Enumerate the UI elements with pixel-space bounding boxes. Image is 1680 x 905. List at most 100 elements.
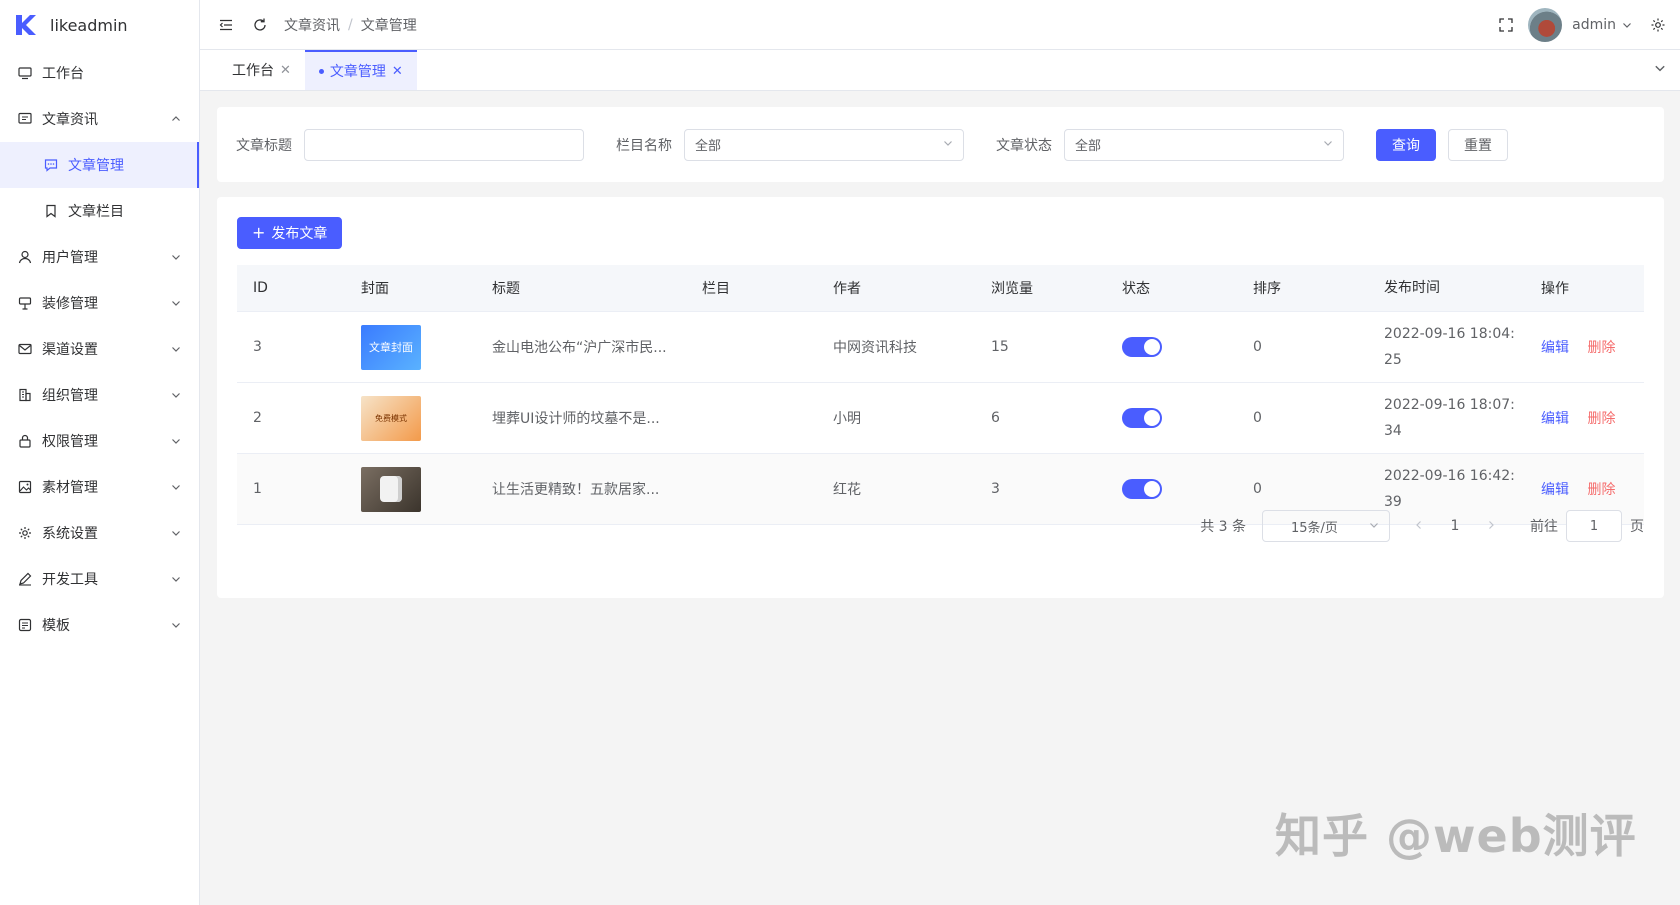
tab-workbench[interactable]: 工作台 ✕ [218, 50, 305, 90]
chevron-down-icon [171, 574, 181, 584]
sidebar-item-articles[interactable]: 文章资讯 [0, 96, 199, 142]
gear-icon [18, 526, 32, 540]
delete-link[interactable]: 删除 [1587, 411, 1615, 427]
logo[interactable]: likeadmin [0, 0, 199, 50]
sidebar-item-label: 文章管理 [68, 158, 124, 174]
reset-button[interactable]: 重置 [1448, 128, 1508, 161]
category-select[interactable]: 全部 [684, 128, 964, 161]
publish-time-line: 2022-09-16 18:07: [1384, 397, 1515, 413]
cell-cover [345, 466, 476, 512]
sidebar-item-materials[interactable]: 素材管理 [0, 464, 199, 510]
goto-unit: 页 [1630, 519, 1644, 535]
building-icon [18, 388, 32, 402]
speaker-picture [380, 476, 402, 502]
cell-cover: 文章封面 [345, 324, 476, 370]
column-header: 封面 [361, 281, 389, 297]
menu-fold-icon[interactable] [218, 17, 234, 33]
sidebar-item-users[interactable]: 用户管理 [0, 234, 199, 280]
sidebar-item-label: 文章栏目 [68, 204, 124, 220]
status-switch[interactable] [1122, 337, 1162, 357]
cover-image[interactable] [361, 466, 421, 512]
lock-icon [18, 434, 32, 448]
next-page-button[interactable] [1476, 518, 1506, 534]
filter-form: 文章标题 栏目名称 全部 文章状态 全部 查询 重置 [217, 107, 1664, 182]
edit-link[interactable]: 编辑 [1541, 482, 1569, 498]
tabs-bar: 工作台 ✕ 文章管理 ✕ [200, 50, 1680, 91]
publish-article-label: 发布文章 [271, 226, 328, 242]
sidebar-item-workbench[interactable]: 工作台 [0, 50, 199, 96]
active-dot-icon [318, 68, 324, 74]
pagination-total: 共 3 条 [1200, 519, 1246, 535]
edit-link[interactable]: 编辑 [1541, 411, 1569, 427]
prev-page-button[interactable] [1404, 518, 1434, 534]
column-header: 状态 [1122, 281, 1150, 297]
cell-status [1106, 479, 1237, 499]
cell-author: 中网资讯科技 [833, 340, 917, 356]
filter-status-group: 文章状态 全部 [996, 128, 1344, 161]
fullscreen-icon[interactable] [1498, 17, 1514, 33]
cell-title: 金山电池公布“沪广深市民... [492, 340, 667, 356]
delete-link[interactable]: 删除 [1587, 482, 1615, 498]
chevron-down-icon [1369, 519, 1379, 534]
chevron-down-icon [171, 528, 181, 538]
cover-image[interactable]: 文章封面 [361, 324, 421, 370]
status-select[interactable]: 全部 [1064, 128, 1344, 161]
close-icon[interactable]: ✕ [280, 63, 291, 78]
user-name[interactable]: admin [1572, 17, 1616, 33]
goto-label: 前往 [1530, 519, 1558, 535]
status-switch[interactable] [1122, 479, 1162, 499]
chevron-down-icon [171, 436, 181, 446]
publish-article-button[interactable]: + 发布文章 [237, 217, 343, 249]
sidebar-item-channels[interactable]: 渠道设置 [0, 326, 199, 372]
sidebar-item-templates[interactable]: 模板 [0, 602, 199, 648]
cover-image[interactable]: 免费模式 [361, 395, 421, 441]
sidebar-item-article-category[interactable]: 文章栏目 [0, 188, 199, 234]
column-header: ID [253, 280, 268, 296]
cell-sort: 0 [1253, 410, 1262, 426]
cell-views: 3 [991, 481, 1000, 497]
query-button[interactable]: 查询 [1376, 128, 1436, 161]
app-name: likeadmin [50, 15, 128, 35]
article-title-input[interactable] [304, 128, 584, 161]
avatar[interactable] [1528, 7, 1563, 42]
page-size-select[interactable]: 15条/页 [1262, 510, 1390, 542]
cell-views: 6 [991, 410, 1000, 426]
sidebar-item-dev-tools[interactable]: 开发工具 [0, 556, 199, 602]
column-header: 操作 [1541, 281, 1569, 297]
filter-title-label: 文章标题 [236, 137, 292, 154]
table-row: 2 免费模式 埋葬UI设计师的坟墓不是... 小明 6 0 2022-09-16… [237, 383, 1644, 454]
goto-page-input[interactable] [1566, 510, 1622, 542]
filter-title-group: 文章标题 [236, 128, 584, 161]
chevron-down-icon[interactable] [1622, 17, 1632, 33]
mail-icon [18, 342, 32, 356]
publish-time-line: 25 [1384, 352, 1402, 368]
column-header: 作者 [833, 281, 861, 297]
cell-title: 让生活更精致！五款居家... [492, 482, 660, 498]
cell-publish-time: 2022-09-16 16:42: 39 [1368, 463, 1525, 515]
sidebar-item-label: 装修管理 [42, 296, 98, 312]
monitor-icon [18, 66, 32, 80]
refresh-icon[interactable] [252, 17, 268, 33]
sidebar-item-organization[interactable]: 组织管理 [0, 372, 199, 418]
tab-article-management[interactable]: 文章管理 ✕ [304, 50, 417, 90]
status-switch[interactable] [1122, 408, 1162, 428]
page-number-current[interactable]: 1 [1440, 518, 1470, 534]
edit-link[interactable]: 编辑 [1541, 340, 1569, 356]
tab-label: 文章管理 [329, 64, 386, 80]
user-icon [18, 250, 32, 264]
close-icon[interactable]: ✕ [392, 64, 403, 79]
cell-sort: 0 [1253, 339, 1262, 355]
delete-link[interactable]: 删除 [1587, 340, 1615, 356]
breadcrumb-item[interactable]: 文章资讯 [284, 15, 340, 35]
sidebar-item-decoration[interactable]: 装修管理 [0, 280, 199, 326]
breadcrumb-separator: / [348, 16, 353, 33]
article-table-card: + 发布文章 ID 封面 标题 栏目 作者 浏览量 状态 排序 发布时间 操作 … [217, 197, 1664, 598]
tabs-more-button[interactable] [1640, 50, 1680, 90]
sidebar-item-system-settings[interactable]: 系统设置 [0, 510, 199, 556]
cell-sort: 0 [1253, 481, 1262, 497]
plus-icon: + [252, 223, 266, 242]
sidebar-item-permissions[interactable]: 权限管理 [0, 418, 199, 464]
cell-title: 埋葬UI设计师的坟墓不是... [492, 411, 660, 427]
gear-icon[interactable] [1650, 17, 1666, 33]
sidebar-item-article-management[interactable]: 文章管理 [0, 142, 199, 188]
